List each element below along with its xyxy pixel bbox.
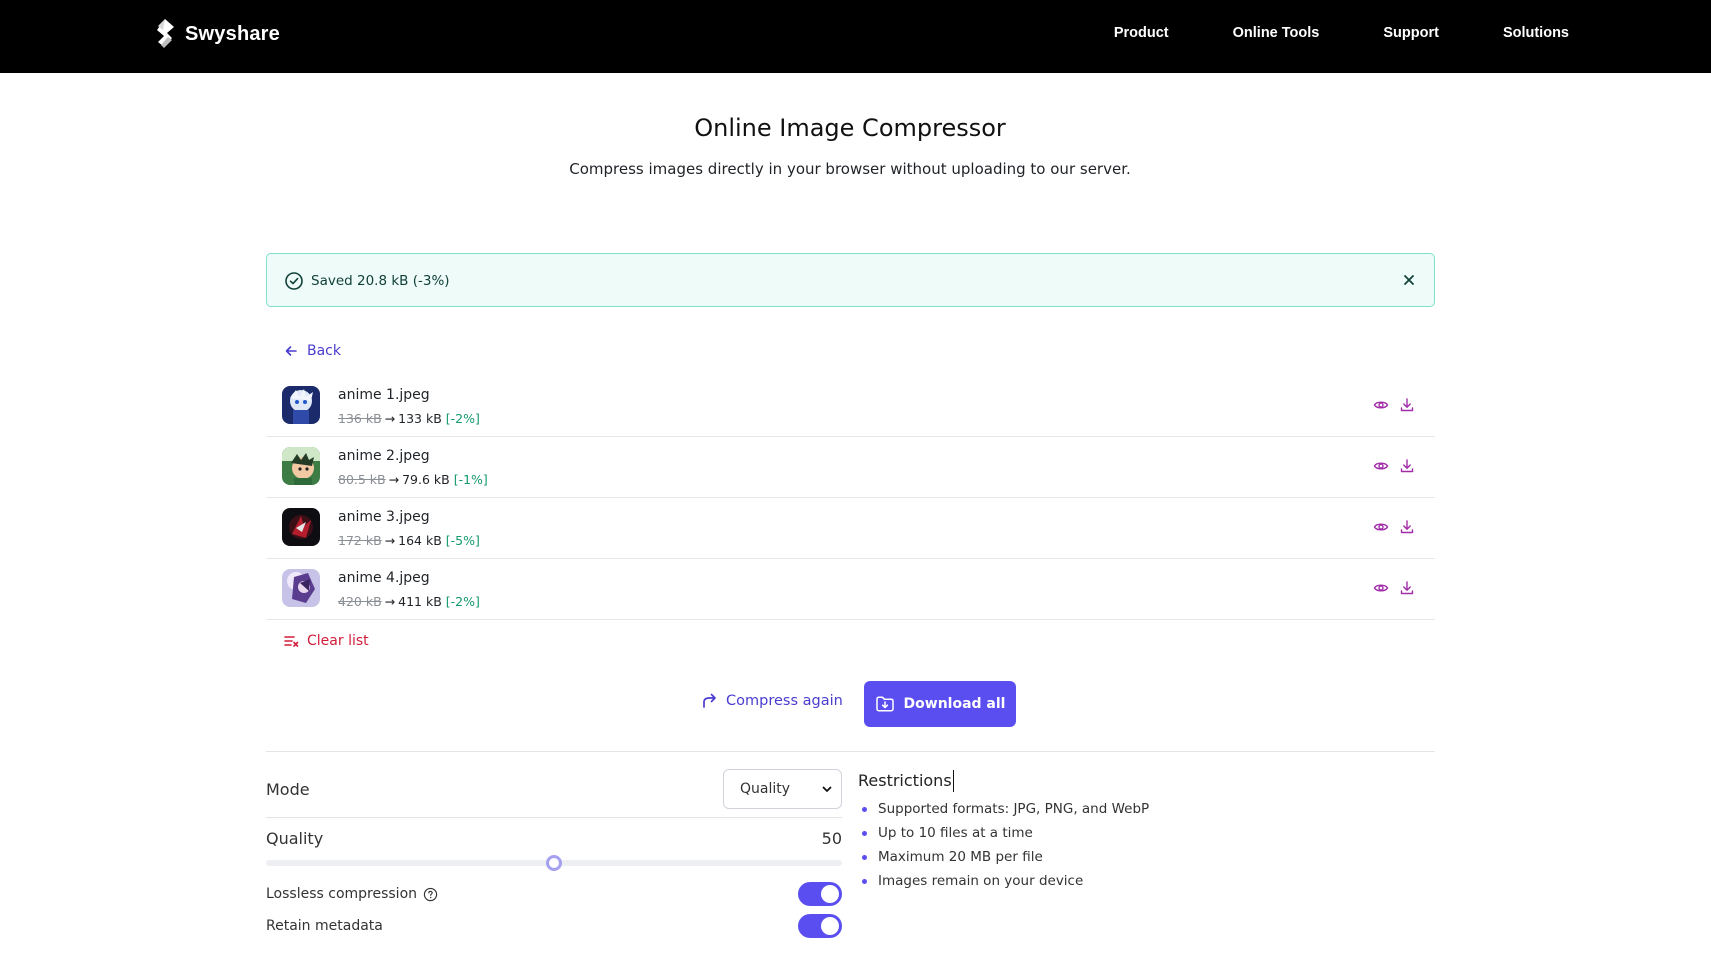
file-row: anime 3.jpeg 172 kB → 164 kB [-5%] bbox=[266, 498, 1435, 559]
quality-slider[interactable] bbox=[266, 855, 842, 871]
download-icon[interactable] bbox=[1399, 519, 1415, 535]
file-sizes: 420 kB → 411 kB [-2%] bbox=[338, 593, 480, 611]
quality-value: 50 bbox=[821, 829, 842, 848]
mode-select-value: Quality bbox=[740, 781, 791, 797]
file-name: anime 4.jpeg bbox=[338, 570, 430, 586]
redo-arrow-icon bbox=[703, 693, 716, 708]
restrictions-title: Restrictions bbox=[858, 770, 954, 792]
close-icon[interactable] bbox=[1400, 271, 1418, 289]
download-icon[interactable] bbox=[1399, 458, 1415, 474]
quality-label: Quality bbox=[266, 829, 324, 848]
swyshare-logo-icon bbox=[157, 19, 174, 48]
arrow: → bbox=[384, 411, 396, 426]
file-sizes: 172 kB → 164 kB [-5%] bbox=[338, 532, 480, 550]
download-icon[interactable] bbox=[1399, 580, 1415, 596]
file-name: anime 1.jpeg bbox=[338, 387, 430, 403]
original-size: 80.5 kB bbox=[338, 472, 386, 487]
eye-icon[interactable] bbox=[1373, 519, 1389, 535]
row-actions bbox=[1373, 519, 1415, 535]
settings-divider bbox=[266, 817, 842, 818]
clear-list-button[interactable]: Clear list bbox=[283, 633, 369, 649]
mode-select[interactable]: Quality bbox=[723, 769, 842, 809]
restrictions-panel: Restrictions Supported formats: JPG, PNG… bbox=[858, 770, 1418, 893]
restriction-item: Images remain on your device bbox=[858, 869, 1418, 893]
section-divider bbox=[266, 751, 1435, 752]
back-button[interactable]: Back bbox=[283, 343, 341, 359]
nav-product[interactable]: Product bbox=[1050, 22, 1169, 44]
arrow: → bbox=[388, 472, 400, 487]
file-thumbnail bbox=[282, 569, 320, 607]
folder-download-icon bbox=[875, 696, 894, 712]
arrow: → bbox=[384, 533, 396, 548]
file-thumbnail bbox=[282, 447, 320, 485]
file-row: anime 1.jpeg 136 kB → 133 kB [-2%] bbox=[266, 376, 1435, 437]
savings-alert: Saved 20.8 kB (-3%) bbox=[266, 253, 1435, 307]
compressed-size: 133 kB bbox=[398, 411, 442, 426]
file-thumbnail bbox=[282, 386, 320, 424]
file-thumbnail bbox=[282, 508, 320, 546]
download-all-button[interactable]: Download all bbox=[864, 681, 1016, 727]
compress-again-button[interactable]: Compress again bbox=[700, 692, 843, 710]
brand[interactable]: Swyshare bbox=[154, 17, 280, 51]
lossless-row: Lossless compression bbox=[266, 882, 842, 908]
restriction-item: Supported formats: JPG, PNG, and WebP bbox=[858, 797, 1418, 821]
eye-icon[interactable] bbox=[1373, 580, 1389, 596]
file-sizes: 136 kB → 133 kB [-2%] bbox=[338, 410, 480, 428]
clear-list-label: Clear list bbox=[307, 633, 369, 649]
arrow-left-icon bbox=[285, 346, 297, 356]
download-all-label: Download all bbox=[903, 696, 1006, 712]
lossless-label: Lossless compression bbox=[266, 886, 418, 902]
file-row: anime 2.jpeg 80.5 kB → 79.6 kB [-1%] bbox=[266, 437, 1435, 498]
metadata-label: Retain metadata bbox=[266, 918, 383, 934]
row-actions bbox=[1373, 580, 1415, 596]
compressed-size: 79.6 kB bbox=[402, 472, 450, 487]
clear-list-icon bbox=[284, 636, 299, 647]
nav-online-tools[interactable]: Online Tools bbox=[1169, 22, 1320, 44]
restriction-item: Maximum 20 MB per file bbox=[858, 845, 1418, 869]
row-actions bbox=[1373, 458, 1415, 474]
size-change: [-2%] bbox=[445, 411, 480, 426]
nav-links: Product Online Tools Support Solutions bbox=[1050, 22, 1569, 44]
alert-text: Saved 20.8 kB (-3%) bbox=[311, 273, 450, 289]
page-subtitle: Compress images directly in your browser… bbox=[569, 160, 1131, 178]
top-navbar: Swyshare Product Online Tools Support So… bbox=[0, 0, 1711, 73]
size-change: [-1%] bbox=[453, 472, 488, 487]
page-title: Online Image Compressor bbox=[694, 114, 1006, 142]
check-circle-icon bbox=[285, 272, 303, 290]
download-icon[interactable] bbox=[1399, 397, 1415, 413]
metadata-toggle[interactable] bbox=[798, 914, 842, 938]
file-sizes: 80.5 kB → 79.6 kB [-1%] bbox=[338, 471, 488, 489]
compress-again-label: Compress again bbox=[726, 693, 843, 709]
eye-icon[interactable] bbox=[1373, 458, 1389, 474]
back-label: Back bbox=[307, 343, 341, 359]
nav-solutions[interactable]: Solutions bbox=[1439, 22, 1569, 44]
row-actions bbox=[1373, 397, 1415, 413]
mode-label: Mode bbox=[266, 780, 310, 799]
file-row: anime 4.jpeg 420 kB → 411 kB [-2%] bbox=[266, 559, 1435, 620]
eye-icon[interactable] bbox=[1373, 397, 1389, 413]
help-circle-icon[interactable] bbox=[423, 887, 438, 902]
compressed-size: 411 kB bbox=[398, 594, 442, 609]
arrow: → bbox=[384, 594, 396, 609]
file-name: anime 3.jpeg bbox=[338, 509, 430, 525]
brand-name: Swyshare bbox=[185, 22, 280, 45]
metadata-row: Retain metadata bbox=[266, 914, 842, 940]
chevron-down-icon bbox=[822, 786, 832, 792]
original-size: 136 kB bbox=[338, 411, 382, 426]
lossless-toggle[interactable] bbox=[798, 882, 842, 906]
file-list: anime 1.jpeg 136 kB → 133 kB [-2%] anime 2… bbox=[266, 376, 1435, 620]
size-change: [-2%] bbox=[445, 594, 480, 609]
size-change: [-5%] bbox=[445, 533, 480, 548]
original-size: 420 kB bbox=[338, 594, 382, 609]
restrictions-list: Supported formats: JPG, PNG, and WebP Up… bbox=[858, 797, 1418, 893]
quality-slider-thumb[interactable] bbox=[546, 855, 562, 871]
original-size: 172 kB bbox=[338, 533, 382, 548]
lossless-label-group: Lossless compression bbox=[266, 886, 438, 902]
restriction-item: Up to 10 files at a time bbox=[858, 821, 1418, 845]
nav-support[interactable]: Support bbox=[1319, 22, 1439, 44]
file-name: anime 2.jpeg bbox=[338, 448, 430, 464]
compressed-size: 164 kB bbox=[398, 533, 442, 548]
